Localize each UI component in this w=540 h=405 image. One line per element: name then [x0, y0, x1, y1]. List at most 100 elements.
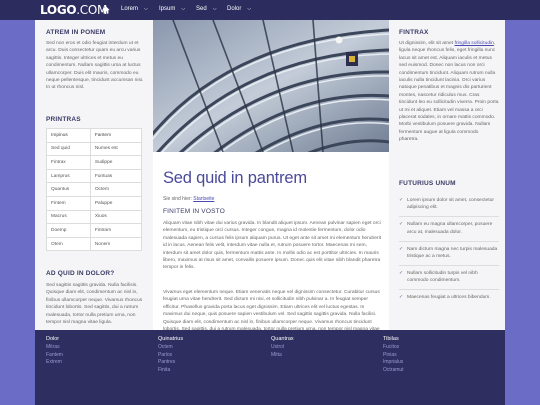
list-item: ✓ Nullam sollicitudin turpis vel nibh com…	[399, 270, 499, 285]
table-cell: Fintram	[89, 223, 143, 238]
divider	[399, 264, 499, 266]
footer-link[interactable]: Finita	[158, 367, 175, 375]
futurius-list: ✓ Lorem ipsum dolor sit amet, consectetur…	[399, 197, 499, 306]
footer-links: Mitras Fantem Extrem	[46, 344, 63, 367]
nav-item-sed[interactable]: Sed ⌵	[196, 6, 216, 12]
table-cell: Doemp	[46, 223, 91, 238]
chevron-down-icon: ⌵	[247, 6, 252, 12]
table-row: Fintrax Sudippe	[46, 155, 143, 170]
table-header: Fantem	[89, 128, 143, 143]
top-navbar: LOGO.COM Lorem ⌵ Ipsum ⌵ Sed ⌵ Dolor ⌵	[0, 0, 540, 20]
footer-link[interactable]: Mitta	[271, 352, 284, 360]
list-item-text: Maecenas feugiat a ultrices bibendum.	[407, 295, 491, 301]
check-icon: ✓	[399, 269, 404, 276]
divider	[399, 240, 499, 242]
footer-link[interactable]: Fucitos	[383, 344, 404, 352]
list-item-text: Nullam eu magna ullamcorper, posuere arc…	[407, 222, 493, 235]
table-row: Lamprus Funtuas	[46, 168, 143, 184]
table-cell: Numes est	[89, 141, 143, 157]
table-cell: Octem	[89, 182, 143, 197]
chevron-down-icon: ⌵	[181, 6, 186, 12]
inline-link[interactable]: fringilla sollicitudin	[454, 41, 493, 46]
check-icon: ✓	[399, 294, 404, 301]
logo-text: LOGO	[40, 3, 77, 17]
list-item-text: Nullam sollicitudin turpis vel nibh comm…	[407, 270, 478, 284]
table-cell: Fintrax	[46, 155, 91, 170]
footer-col-title: Quantrax	[271, 336, 294, 342]
table-row: Sed quid Numes est	[46, 141, 143, 157]
breadcrumb-link[interactable]: Startseite	[193, 196, 214, 202]
hero-image	[153, 20, 389, 152]
table-cell: Xiuos	[89, 209, 143, 225]
table-row: Fintem Paluppe	[46, 195, 143, 211]
table-header: Impinus	[46, 128, 91, 143]
left-section3-text: Sed sagittis sagittis gravida. Nulla fac…	[46, 283, 143, 326]
left-section3-title: AD QUID IN DOLOR?	[46, 270, 115, 277]
home-icon[interactable]	[102, 6, 110, 14]
table-cell: Sudippe	[89, 155, 143, 170]
left-section-text: Sed non eros et odio feugiat interdum ut…	[46, 41, 144, 91]
chevron-down-icon: ⌵	[212, 6, 217, 12]
table-cell: Quantus	[46, 182, 91, 197]
footer-link[interactable]: Pantres	[158, 359, 175, 367]
nav-item-lorem[interactable]: Lorem ⌵	[121, 6, 148, 12]
table-cell: Otem	[46, 236, 91, 252]
nav-label: Lorem	[121, 6, 139, 12]
breadcrumb-prefix: Sie sind hier:	[163, 196, 192, 202]
footer-link[interactable]: Octramut	[383, 367, 404, 375]
footer-link[interactable]: Imprialus	[383, 359, 404, 367]
table-cell: Fintem	[46, 195, 91, 211]
main-subtitle: FINITEM IN VOSTO	[163, 208, 225, 215]
table-cell: Sed quid	[46, 141, 91, 157]
site-logo[interactable]: LOGO.COM	[40, 3, 107, 17]
footer-link[interactable]: Mitras	[46, 344, 63, 352]
list-item-text: Nam dictum magna nec turpis malesuada tr…	[407, 246, 498, 260]
table-header-row: Impinus Fantem	[46, 128, 143, 143]
futurius-title: FUTURIUS UNUM	[399, 180, 456, 187]
right-sidebar: FINTRAX Ut dignissim, elit sit amet frin…	[389, 20, 505, 330]
main-paragraph-1: Aliquam vitae nibh vitae dui varius grav…	[163, 221, 382, 271]
right-section-title: FINTRAX	[399, 29, 429, 36]
footer-link[interactable]: Fantem	[46, 352, 63, 360]
nav-label: Dolor	[227, 6, 242, 12]
footer-link[interactable]: Parlos	[158, 352, 175, 360]
nav-item-dolor[interactable]: Dolor ⌵	[227, 6, 251, 12]
printras-table: Impinus Fantem Sed quid Numes est Fintrax S…	[46, 128, 143, 252]
footer-links: Octem Parlos Pantres Finita	[158, 344, 175, 374]
table-row: Quantus Octem	[46, 182, 143, 197]
footer-links: Ustrol Mitta	[271, 344, 284, 359]
printras-title: PRINTRAS	[46, 116, 81, 123]
list-item: ✓ Nam dictum magna nec turpis malesuada t…	[399, 246, 499, 261]
footer-link[interactable]: Octem	[158, 344, 175, 352]
check-icon: ✓	[399, 197, 404, 203]
divider	[399, 289, 499, 291]
text-segment: , ligula neque rhoncus felis, eget fring…	[399, 41, 499, 143]
footer-link[interactable]: Extrem	[46, 359, 63, 367]
chevron-down-icon: ⌵	[144, 6, 148, 12]
nav-item-ipsum[interactable]: Ipsum ⌵	[159, 6, 185, 12]
footer-col-title: Dolor	[46, 336, 60, 342]
footer-link[interactable]: Ustrol	[271, 344, 284, 352]
right-section-text: Ut dignissim, elit sit amet fringilla so…	[399, 40, 499, 144]
table-row: Doemp Fintram	[46, 223, 143, 238]
text-segment: Ut dignissim, elit sit amet	[399, 41, 454, 46]
list-item: ✓ Lorem ipsum dolor sit amet, consectetur…	[399, 197, 499, 212]
list-item-text: Lorem ipsum dolor sit amet, consectetur …	[407, 198, 494, 211]
left-sidebar: ATREM IN PONEM Sed non eros et odio feug…	[35, 20, 153, 330]
table-row: Otem Nonem	[46, 236, 143, 252]
left-section-title: ATREM IN PONEM	[46, 29, 106, 36]
table-cell: Macrus	[46, 209, 91, 225]
nav-label: Ipsum	[159, 6, 176, 12]
footer-links: Fucitos Pinias Imprialus Octramut	[383, 344, 404, 374]
page-title: Sed quid in pantrem	[163, 169, 307, 187]
check-icon: ✓	[399, 221, 404, 228]
table-cell: Nonem	[89, 236, 143, 252]
check-icon: ✓	[399, 245, 404, 252]
table-cell: Funtuas	[89, 168, 143, 184]
list-item: ✓ Maecenas feugiat a ultrices bibendum.	[399, 294, 499, 301]
footer-link[interactable]: Pinias	[383, 352, 404, 360]
footer-col-title: Tibilas	[383, 336, 399, 342]
divider	[399, 216, 499, 218]
nav-label: Sed	[196, 6, 207, 12]
footer-col-title: Quinatrius	[158, 336, 184, 342]
